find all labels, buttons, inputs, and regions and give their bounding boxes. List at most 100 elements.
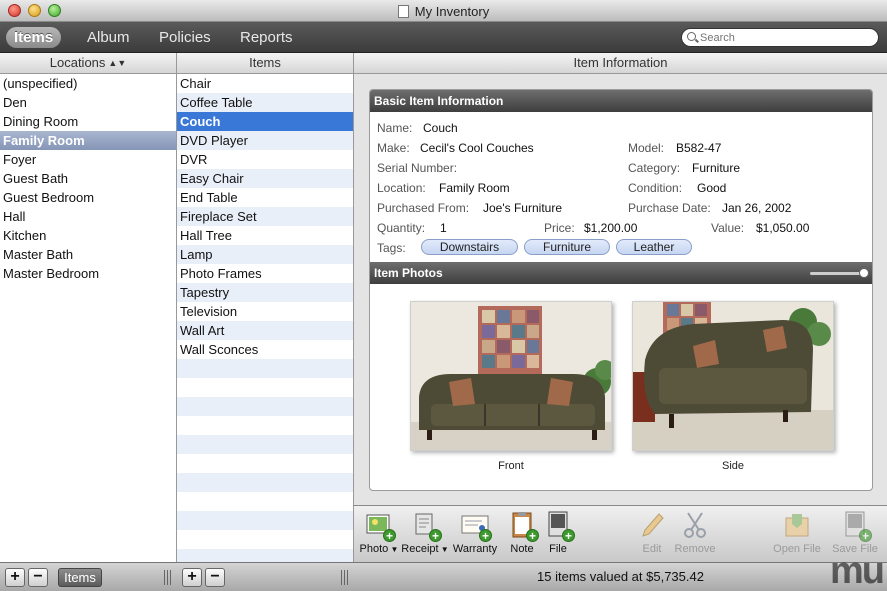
search-input[interactable] [700, 30, 870, 45]
tags-label: Tags: [377, 241, 406, 255]
tag-downstairs[interactable]: Downstairs [421, 239, 518, 255]
location-item[interactable]: Foyer [0, 150, 176, 169]
items-list[interactable]: Chair Coffee Table Couch DVD Player DVR … [177, 74, 354, 562]
column-resize-grip[interactable] [341, 570, 348, 585]
list-item-selected[interactable]: Couch [177, 112, 353, 131]
model-value[interactable]: B582-47 [676, 141, 721, 155]
condition-label: Condition: [628, 181, 683, 195]
purchase-date-value[interactable]: Jan 26, 2002 [722, 201, 791, 215]
photo-caption-side: Side [721, 460, 745, 472]
photo-caption-front: Front [498, 460, 524, 472]
purchased-from-value[interactable]: Joe's Furniture [483, 201, 562, 215]
photo-front[interactable] [410, 301, 612, 451]
location-item[interactable]: Hall [0, 207, 176, 226]
inventory-summary: 15 items valued at $5,735.42 [537, 569, 704, 584]
quantity-label: Quantity: [377, 221, 426, 235]
location-item[interactable]: Den [0, 93, 176, 112]
value-value[interactable]: $1,050.00 [756, 221, 809, 235]
warranty-add-icon: + [460, 510, 492, 542]
tab-items[interactable]: Items [6, 27, 62, 48]
scissors-icon [680, 510, 710, 540]
window-title: My Inventory [0, 4, 887, 19]
location-item[interactable]: Guest Bath [0, 169, 176, 188]
location-item[interactable]: Kitchen [0, 226, 176, 245]
locations-list[interactable]: (unspecified) Den Dining Room Family Roo… [0, 74, 177, 562]
tab-album[interactable]: Album [79, 27, 138, 48]
open-file-icon [782, 510, 812, 540]
add-item-button[interactable]: + [182, 568, 202, 587]
location-item[interactable]: (unspecified) [0, 74, 176, 93]
search-icon [687, 32, 696, 41]
add-file-button[interactable]: + File [533, 510, 583, 555]
watermark-logo: mu [830, 550, 885, 591]
list-item[interactable]: DVR [177, 150, 353, 169]
search-field[interactable] [681, 28, 879, 47]
remove-location-button[interactable]: − [28, 568, 48, 587]
couch-side-image [633, 302, 833, 450]
location-item[interactable]: Guest Bedroom [0, 188, 176, 207]
list-item[interactable]: Hall Tree [177, 226, 353, 245]
location-item[interactable]: Dining Room [0, 112, 176, 131]
photo-side[interactable] [632, 301, 834, 451]
location-value[interactable]: Family Room [439, 181, 510, 195]
name-value[interactable]: Couch [423, 121, 458, 135]
pencil-icon [637, 510, 667, 540]
purchased-from-label: Purchased From: [377, 201, 470, 215]
add-location-button[interactable]: + [5, 568, 25, 587]
item-card: Basic Item Information Name: Couch Make:… [369, 89, 873, 491]
condition-value[interactable]: Good [697, 181, 726, 195]
list-item[interactable]: End Table [177, 188, 353, 207]
receipt-add-icon: + [410, 510, 442, 542]
photo-add-icon: + [364, 510, 396, 542]
tab-reports[interactable]: Reports [232, 27, 301, 48]
photo-size-slider[interactable] [810, 268, 869, 278]
price-value[interactable]: $1,200.00 [584, 221, 637, 235]
item-photos-header: Item Photos [370, 262, 872, 284]
location-item-selected[interactable]: Family Room [0, 131, 176, 150]
location-item[interactable]: Master Bedroom [0, 264, 176, 283]
save-file-icon: + [840, 510, 872, 542]
file-add-icon: + [543, 510, 575, 542]
items-toggle-button[interactable]: Items [58, 568, 102, 587]
make-value[interactable]: Cecil's Cool Couches [420, 141, 534, 155]
item-information-header: Item Information [354, 53, 887, 74]
document-icon [397, 5, 409, 18]
list-item[interactable]: Wall Art [177, 321, 353, 340]
list-item[interactable]: Television [177, 302, 353, 321]
open-file-button[interactable]: Open File [772, 510, 822, 555]
add-photo-button[interactable]: + Photo ▼ [354, 510, 404, 555]
slider-knob[interactable] [859, 268, 869, 278]
model-label: Model: [628, 141, 665, 155]
tag-leather[interactable]: Leather [616, 239, 692, 255]
items-column-header[interactable]: Items [177, 53, 354, 74]
location-label: Location: [377, 181, 426, 195]
location-item[interactable]: Master Bath [0, 245, 176, 264]
status-bar: + − Items + − 15 items valued at $5,735.… [0, 551, 887, 591]
list-item[interactable]: Photo Frames [177, 264, 353, 283]
locations-column-header[interactable]: Locations ▲▼ [0, 53, 177, 74]
list-item[interactable]: Lamp [177, 245, 353, 264]
list-item[interactable]: Coffee Table [177, 93, 353, 112]
tag-furniture[interactable]: Furniture [524, 239, 610, 255]
category-value[interactable]: Furniture [692, 161, 740, 175]
couch-front-image [411, 302, 611, 450]
make-label: Make: [377, 141, 410, 155]
tab-policies[interactable]: Policies [151, 27, 219, 48]
serial-label: Serial Number: [377, 161, 458, 175]
toolbar: Items Album Policies Reports [0, 22, 887, 53]
list-item[interactable]: Chair [177, 74, 353, 93]
list-item[interactable]: DVD Player [177, 131, 353, 150]
save-file-button[interactable]: + Save File [830, 510, 880, 555]
add-receipt-button[interactable]: + Receipt ▼ [400, 510, 450, 555]
column-resize-grip[interactable] [164, 570, 171, 585]
title-bar: My Inventory [0, 0, 887, 22]
add-warranty-button[interactable]: + Warranty [450, 510, 500, 555]
list-item[interactable]: Easy Chair [177, 169, 353, 188]
list-item[interactable]: Fireplace Set [177, 207, 353, 226]
list-item[interactable]: Wall Sconces [177, 340, 353, 359]
quantity-value[interactable]: 1 [440, 221, 447, 235]
remove-item-button[interactable]: − [205, 568, 225, 587]
remove-button[interactable]: Remove [670, 510, 720, 555]
list-item[interactable]: Tapestry [177, 283, 353, 302]
name-label: Name: [377, 121, 413, 135]
